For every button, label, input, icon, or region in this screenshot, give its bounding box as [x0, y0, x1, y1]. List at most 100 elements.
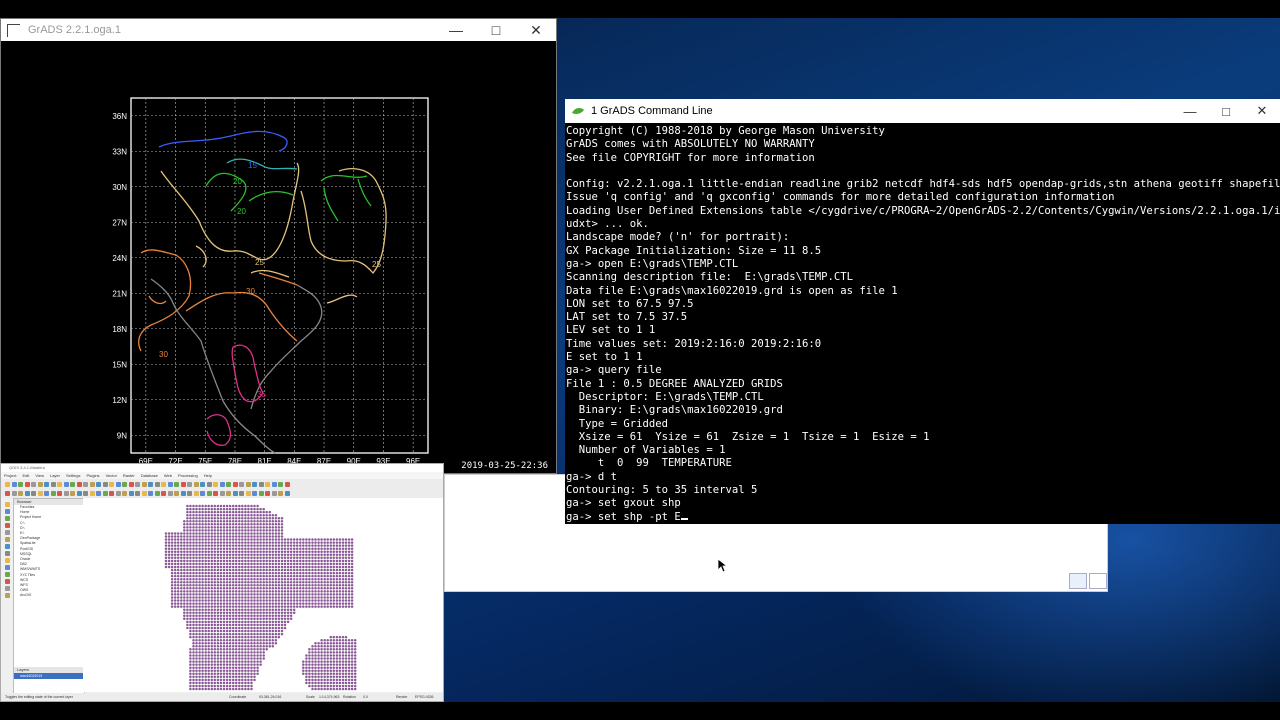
qgis-map-canvas[interactable] — [83, 498, 443, 692]
toolbar-button[interactable] — [44, 491, 49, 496]
cmd-close-button[interactable]: ✕ — [1244, 103, 1280, 119]
toolbar-button[interactable] — [161, 491, 166, 496]
details-view-icon[interactable] — [1089, 573, 1107, 589]
add-layer-button[interactable] — [5, 586, 10, 591]
toolbar-button[interactable] — [271, 482, 277, 487]
qgis-layers-panel[interactable]: Layers max16022019 — [14, 667, 84, 679]
qgis-menu-item[interactable]: Vector — [106, 472, 117, 479]
add-layer-button[interactable] — [5, 551, 10, 556]
toolbar-button[interactable] — [109, 482, 114, 487]
qgis-menu-item[interactable]: Database — [141, 472, 158, 479]
maximize-button[interactable]: □ — [476, 22, 516, 38]
status-scale[interactable]: 1:14,374,963 — [319, 693, 339, 701]
toolbar-button[interactable] — [141, 491, 147, 496]
toolbar-button[interactable] — [226, 482, 231, 487]
toolbar-button[interactable] — [167, 482, 173, 487]
qgis-menu-item[interactable]: Processing — [178, 472, 198, 479]
toolbar-button[interactable] — [239, 482, 244, 487]
toolbar-button[interactable] — [193, 482, 199, 487]
toolbar-button[interactable] — [57, 491, 62, 496]
toolbar-button[interactable] — [70, 482, 75, 487]
toolbar-button[interactable] — [76, 482, 82, 487]
toolbar-button[interactable] — [200, 491, 205, 496]
toolbar-button[interactable] — [102, 491, 108, 496]
toolbar-button[interactable] — [265, 491, 270, 496]
toolbar-button[interactable] — [83, 482, 88, 487]
toolbar-button[interactable] — [219, 491, 225, 496]
add-layer-button[interactable] — [5, 509, 10, 514]
toolbar-button[interactable] — [232, 491, 238, 496]
toolbar-button[interactable] — [148, 491, 153, 496]
qgis-menubar[interactable]: Project Edit View Layer Settings Plugins Vecto… — [1, 472, 443, 479]
toolbar-button[interactable] — [135, 482, 140, 487]
qgis-menu-item[interactable]: Raster — [123, 472, 135, 479]
add-layer-button[interactable] — [5, 523, 10, 528]
cmd-maximize-button[interactable]: □ — [1208, 104, 1244, 119]
toolbar-button[interactable] — [96, 482, 101, 487]
browser-tree[interactable]: Favorites Home Project Home C:\ D:\ E:\ GeoPac… — [14, 505, 84, 599]
toolbar-button[interactable] — [200, 482, 205, 487]
toolbar-button[interactable] — [122, 482, 127, 487]
toolbar-button[interactable] — [102, 482, 108, 487]
toolbar-button[interactable] — [11, 491, 17, 496]
toolbar-button[interactable] — [154, 482, 160, 487]
add-layer-button[interactable] — [5, 558, 10, 563]
qgis-menu-item[interactable]: Project — [4, 472, 16, 479]
toolbar-button[interactable] — [167, 491, 173, 496]
toolbar-button[interactable] — [232, 482, 238, 487]
qgis-menu-item[interactable]: Layer — [50, 472, 60, 479]
toolbar-button[interactable] — [89, 482, 95, 487]
toolbar-button[interactable] — [180, 491, 186, 496]
toolbar-button[interactable] — [135, 491, 140, 496]
minimize-button[interactable]: — — [436, 22, 476, 38]
toolbar-button[interactable] — [180, 482, 186, 487]
qgis-menu-item[interactable]: Web — [164, 472, 172, 479]
add-layer-button[interactable] — [5, 579, 10, 584]
qgis-menu-item[interactable]: Settings — [66, 472, 80, 479]
toolbar-button[interactable] — [271, 491, 277, 496]
toolbar-button[interactable] — [161, 482, 166, 487]
toolbar-button[interactable] — [258, 491, 264, 496]
status-rotation[interactable]: 0.0 — [363, 693, 368, 701]
status-crs[interactable]: EPSG:4326 — [415, 693, 433, 701]
toolbar-button[interactable] — [213, 491, 218, 496]
toolbar-button[interactable] — [50, 491, 56, 496]
add-layer-button[interactable] — [5, 572, 10, 577]
toolbar-button[interactable] — [37, 482, 43, 487]
add-layer-button[interactable] — [5, 502, 10, 507]
toolbar-button[interactable] — [187, 482, 192, 487]
browser-item[interactable]: ArcGIS — [14, 593, 84, 598]
toolbar-button[interactable] — [18, 491, 23, 496]
toolbar-button[interactable] — [18, 482, 23, 487]
qgis-browser-panel[interactable]: Browser Favorites Home Project Home C:\ D:\ E… — [13, 498, 85, 696]
add-layer-button[interactable] — [5, 516, 10, 521]
toolbar-button[interactable] — [70, 491, 75, 496]
toolbar-button[interactable] — [258, 482, 264, 487]
toolbar-button[interactable] — [206, 482, 212, 487]
toolbar-button[interactable] — [37, 491, 43, 496]
toolbar-button[interactable] — [50, 482, 56, 487]
toolbar-button[interactable] — [252, 491, 257, 496]
toolbar-button[interactable] — [284, 491, 290, 496]
cmd-titlebar[interactable]: 1 GrADS Command Line — □ ✕ — [565, 99, 1280, 123]
toolbar-button[interactable] — [122, 491, 127, 496]
toolbar-button[interactable] — [252, 482, 257, 487]
toolbar-button[interactable] — [141, 482, 147, 487]
toolbar-button[interactable] — [5, 491, 10, 496]
toolbar-button[interactable] — [115, 491, 121, 496]
close-button[interactable]: ✕ — [516, 22, 556, 39]
toolbar-button[interactable] — [57, 482, 62, 487]
toolbar-button[interactable] — [213, 482, 218, 487]
add-layer-button[interactable] — [5, 593, 10, 598]
toolbar-button[interactable] — [219, 482, 225, 487]
add-layer-button[interactable] — [5, 544, 10, 549]
toolbar-button[interactable] — [226, 491, 231, 496]
add-layer-button[interactable] — [5, 530, 10, 535]
status-render[interactable]: Render — [396, 693, 407, 701]
qgis-layer-toolbar[interactable] — [3, 498, 12, 694]
toolbar-button[interactable] — [239, 491, 244, 496]
layer-item[interactable]: max16022019 — [14, 673, 84, 679]
add-layer-button[interactable] — [5, 537, 10, 542]
toolbar-button[interactable] — [128, 482, 134, 487]
toolbar-button[interactable] — [31, 491, 36, 496]
